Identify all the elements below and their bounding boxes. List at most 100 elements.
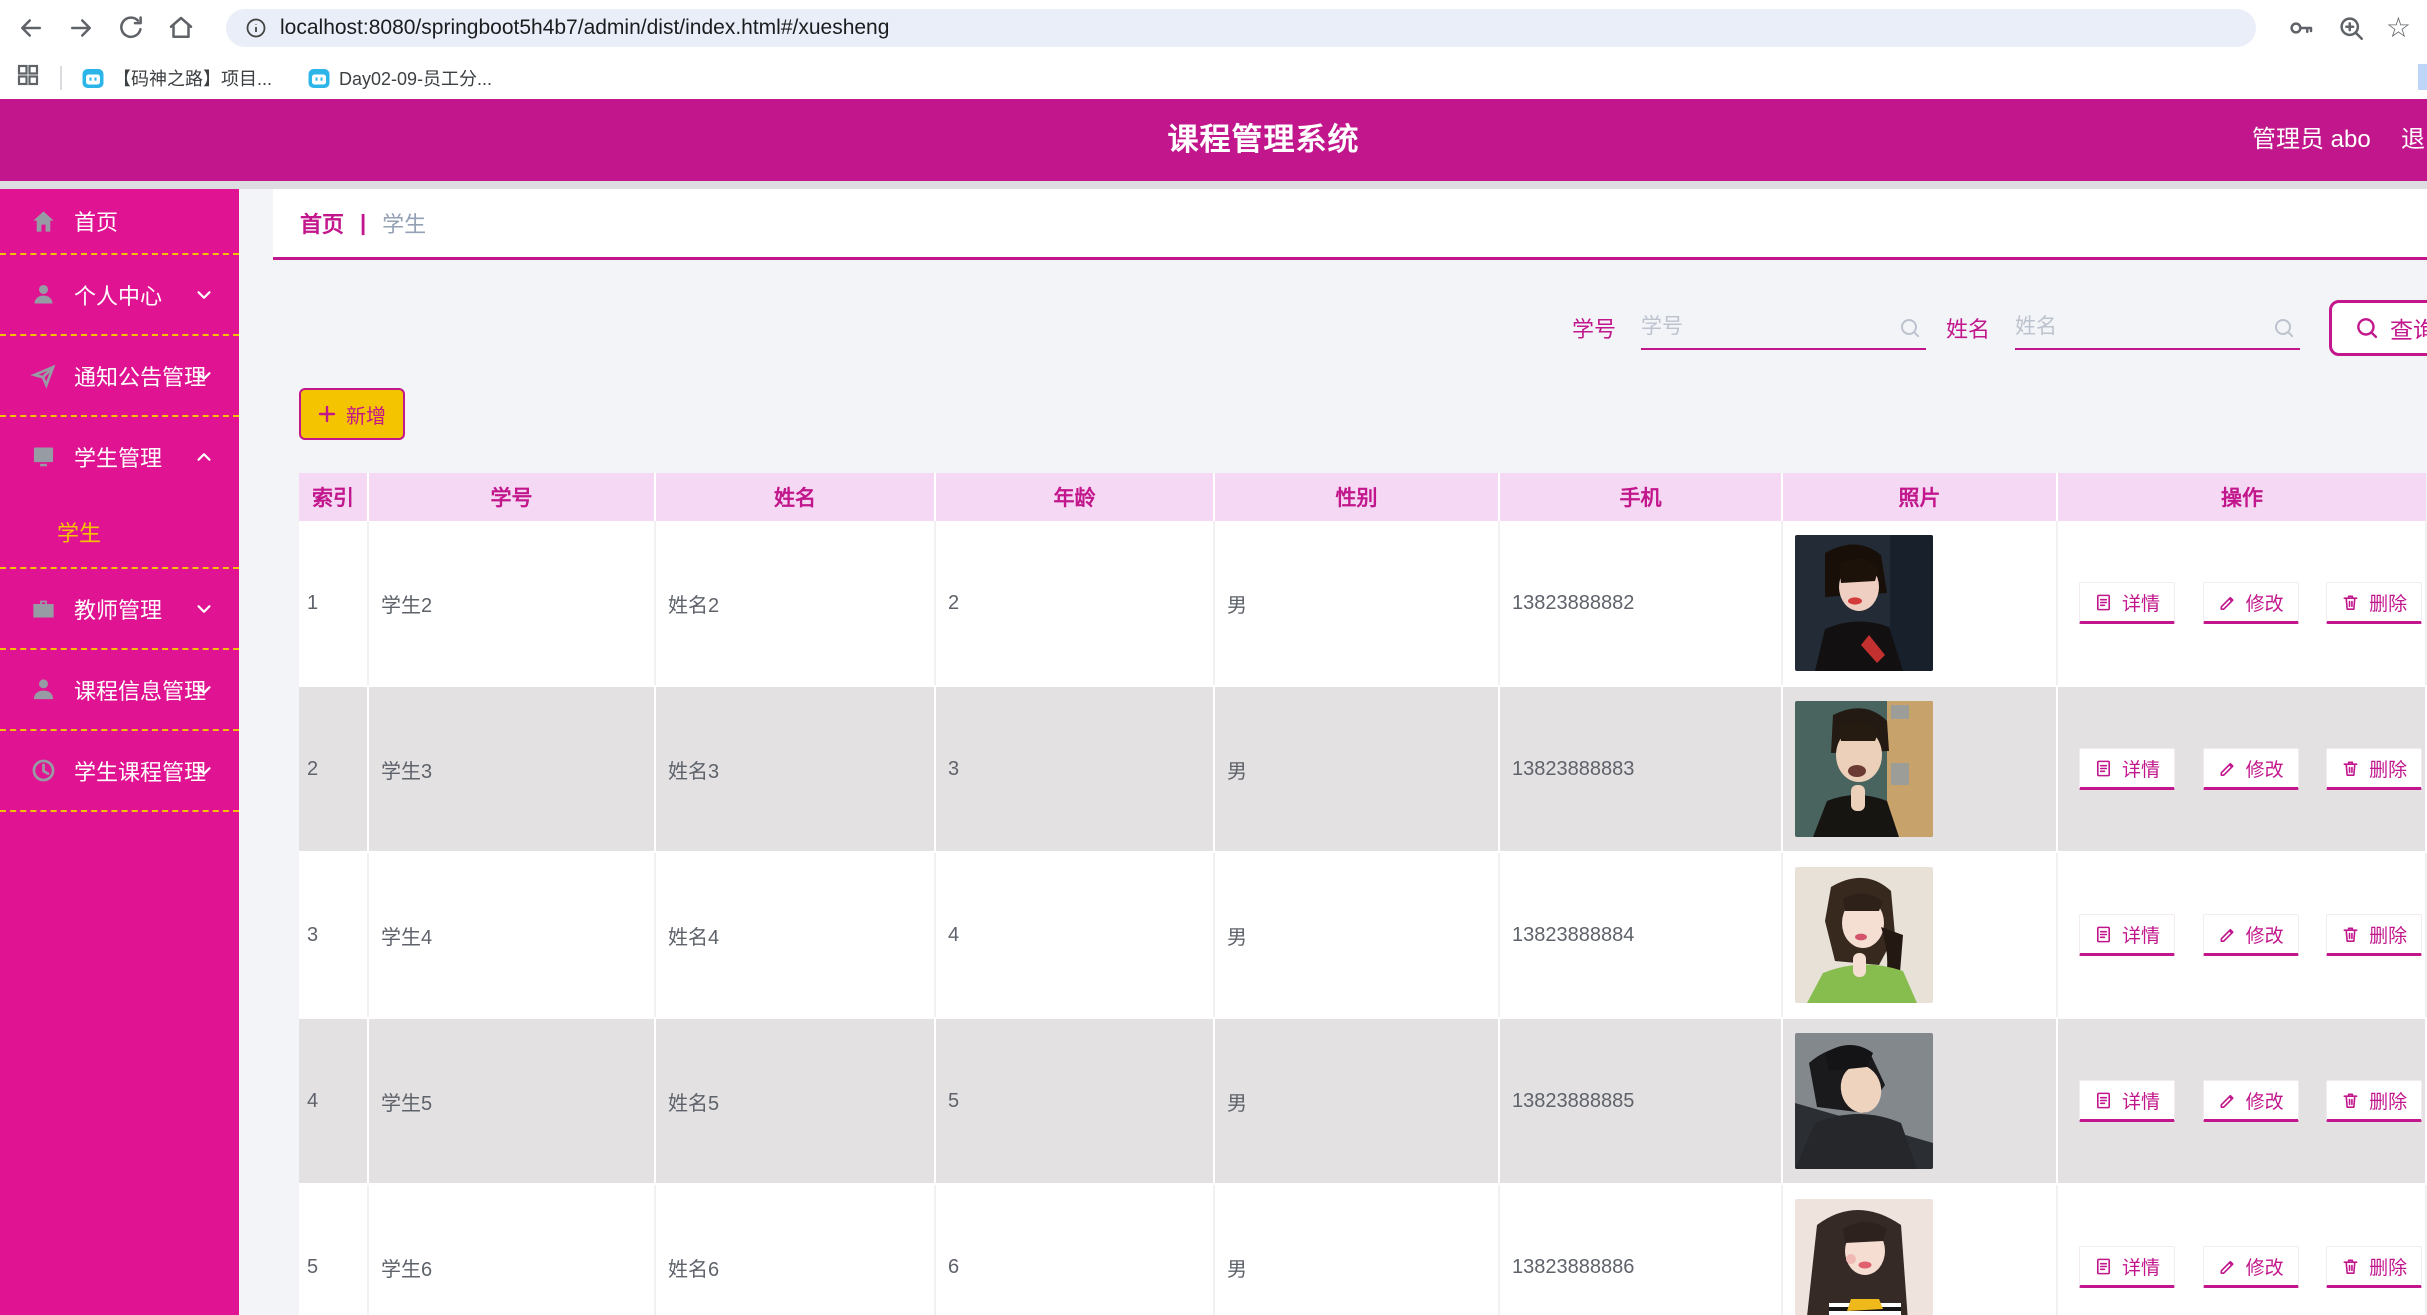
chevron-down-icon [193,365,215,387]
zoom-in-icon[interactable] [2336,13,2366,43]
breadcrumb-separator: | [360,210,366,236]
chevron-down-icon [193,679,215,701]
forward-icon[interactable] [66,13,96,43]
detail-button[interactable]: 详情 [2079,748,2175,790]
pencil-icon [2218,1257,2237,1276]
briefcase-icon [30,595,57,622]
student-no-input[interactable] [1641,306,1926,348]
cell-index: 3 [299,852,368,1018]
edit-button[interactable]: 修改 [2203,748,2299,790]
bookmark-item[interactable]: 【码神之路】项目... [82,65,272,91]
bilibili-icon [82,67,104,89]
student-no-input-wrap [1641,306,1926,350]
cell-index: 4 [299,1018,368,1184]
breadcrumb: 首页 | 学生 [273,189,2427,260]
browser-window: localhost:8080/springboot5h4b7/admin/dis… [0,0,2427,1315]
delete-button[interactable]: 删除 [2326,914,2422,956]
cell-index: 2 [299,686,368,852]
col-photo: 照片 [1782,473,2057,521]
logout-link[interactable]: 退出 [2401,99,2427,181]
cell-phone: 13823888886 [1499,1184,1782,1315]
cell-gender: 男 [1214,686,1499,852]
sidebar-item-home[interactable]: 首页 [0,189,239,253]
edit-button[interactable]: 修改 [2203,914,2299,956]
sidebar-item-teachers[interactable]: 教师管理 [0,569,239,648]
edit-button[interactable]: 修改 [2203,582,2299,624]
bookmark-star-icon[interactable]: ☆ [2386,14,2411,42]
toolbar-right: ☆ [2286,13,2411,43]
info-icon [244,16,268,40]
trash-icon [2341,1257,2360,1276]
sidebar-item-students[interactable]: 学生管理 [0,417,239,496]
add-button[interactable]: 新增 [299,388,405,440]
delete-button[interactable]: 删除 [2326,582,2422,624]
clock-icon [30,757,57,784]
bookmark-item[interactable]: Day02-09-员工分... [308,65,492,91]
cell-phone: 13823888882 [1499,521,1782,686]
bookmarks-bar: 【码神之路】项目... Day02-09-员工分... [0,56,2427,99]
name-input[interactable] [2015,306,2300,348]
url-text: localhost:8080/springboot5h4b7/admin/dis… [280,16,889,40]
sidebar-item-profile[interactable]: 个人中心 [0,255,239,334]
cell-name: 姓名6 [655,1184,935,1315]
sidebar-item-courses[interactable]: 课程信息管理 [0,650,239,729]
content-body: 学号 姓名 查询 [273,300,2427,1315]
document-icon [2094,759,2113,778]
password-key-icon[interactable] [2286,13,2316,43]
bookmark-label: Day02-09-员工分... [339,65,492,91]
app-header: 课程管理系统 管理员 abo 退出 [0,99,2427,181]
detail-button[interactable]: 详情 [2079,914,2175,956]
table-header-row: 索引 学号 姓名 年龄 性别 手机 照片 操作 [299,473,2426,521]
cell-age: 3 [935,686,1214,852]
cell-gender: 男 [1214,1018,1499,1184]
cell-phone: 13823888884 [1499,852,1782,1018]
cell-student-no: 学生3 [368,686,655,852]
document-icon [2094,1091,2113,1110]
back-icon[interactable] [16,13,46,43]
cell-index: 5 [299,1184,368,1315]
sidebar-item-student-courses[interactable]: 学生课程管理 [0,731,239,810]
student-photo [1795,867,1933,1003]
trash-icon [2341,759,2360,778]
home-icon [30,208,57,235]
sidebar-item-label: 教师管理 [74,593,162,625]
search-icon [2272,316,2296,340]
apps-grid-icon[interactable] [16,63,40,92]
cell-name: 姓名2 [655,521,935,686]
table-row: 5 学生6 姓名6 6 男 13823888886 详情 修改 删除 [299,1184,2426,1315]
student-photo [1795,1033,1933,1169]
detail-button[interactable]: 详情 [2079,582,2175,624]
monitor-icon [30,443,57,470]
student-photo [1795,701,1933,837]
edit-button[interactable]: 修改 [2203,1246,2299,1288]
sidebar-item-label: 通知公告管理 [74,360,206,392]
sidebar-item-notices[interactable]: 通知公告管理 [0,336,239,415]
name-input-wrap [2015,306,2300,350]
student-photo [1795,1199,1933,1315]
cell-age: 4 [935,852,1214,1018]
detail-button[interactable]: 详情 [2079,1080,2175,1122]
cell-name: 姓名5 [655,1018,935,1184]
search-icon [1898,316,1922,340]
breadcrumb-home[interactable]: 首页 [300,207,344,239]
query-button[interactable]: 查询 [2329,300,2427,356]
delete-button[interactable]: 删除 [2326,1080,2422,1122]
sidebar-separator [0,810,239,812]
chevron-down-icon [193,760,215,782]
url-bar[interactable]: localhost:8080/springboot5h4b7/admin/dis… [226,9,2256,47]
col-gender: 性别 [1214,473,1499,521]
detail-button[interactable]: 详情 [2079,1246,2175,1288]
logged-in-user: 管理员 abo [2252,99,2371,181]
table-row: 1 学生2 姓名2 2 男 13823888882 详情 修改 删除 [299,521,2426,686]
home-icon[interactable] [166,13,196,43]
cell-student-no: 学生4 [368,852,655,1018]
delete-button[interactable]: 删除 [2326,748,2422,790]
edit-button[interactable]: 修改 [2203,1080,2299,1122]
chevron-up-icon [193,446,215,468]
pencil-icon [2218,1091,2237,1110]
sidebar-item-label: 课程信息管理 [74,674,206,706]
reload-icon[interactable] [116,13,146,43]
sidebar-subitem-student[interactable]: 学生 [0,496,239,567]
cell-gender: 男 [1214,521,1499,686]
delete-button[interactable]: 删除 [2326,1246,2422,1288]
